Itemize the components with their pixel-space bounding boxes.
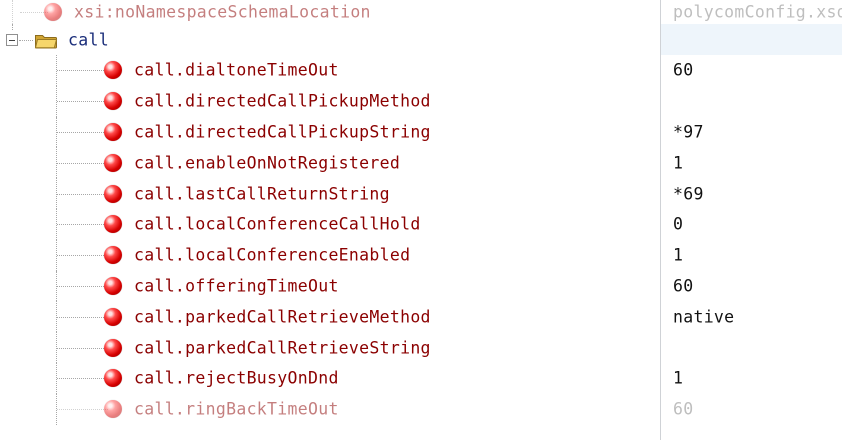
tree-node-call[interactable]: call: [0, 24, 842, 55]
tree-rows: xsi:noNamespaceSchemaLocation polycomCon…: [0, 0, 842, 425]
value-cell[interactable]: 1: [661, 363, 842, 394]
attribute-value: 1: [673, 153, 684, 173]
tree-row[interactable]: call.ringBackTimeOut 60: [0, 393, 842, 425]
attribute-name: call.dialtoneTimeOut: [134, 60, 339, 80]
red-ball-icon: [104, 122, 122, 141]
red-ball-icon: [44, 3, 62, 21]
attribute-value: 1: [673, 368, 684, 388]
tree-row[interactable]: call.offeringTimeOut 60: [0, 270, 842, 302]
red-ball-icon: [104, 276, 122, 295]
attribute-name: call.directedCallPickupMethod: [134, 91, 431, 111]
attribute-name: call.parkedCallRetrieveString: [134, 338, 431, 358]
tree-row[interactable]: call.dialtoneTimeOut 60: [0, 55, 842, 86]
value-cell[interactable]: [661, 86, 842, 117]
collapse-minus-icon[interactable]: [6, 33, 18, 46]
attribute-value: 1: [673, 245, 684, 265]
value-cell[interactable]: 60: [661, 55, 842, 86]
red-ball-icon: [104, 400, 122, 419]
red-ball-icon: [104, 215, 122, 234]
red-ball-icon: [104, 61, 122, 80]
tree-row[interactable]: call.enableOnNotRegistered 1: [0, 147, 842, 179]
red-ball-icon: [104, 246, 122, 265]
attribute-value: 60: [673, 399, 694, 419]
node-name: call: [68, 30, 109, 49]
value-cell[interactable]: [661, 24, 842, 55]
tree-row[interactable]: call.localConferenceCallHold 0: [0, 208, 842, 240]
value-cell[interactable]: 0: [661, 209, 842, 240]
red-ball-icon: [104, 307, 122, 326]
red-ball-icon: [104, 153, 122, 172]
red-ball-icon: [104, 369, 122, 388]
value-cell[interactable]: 60: [661, 394, 842, 425]
attribute-value: 0: [673, 214, 684, 234]
tree-row[interactable]: call.directedCallPickupString *97: [0, 116, 842, 148]
attribute-name: call.localConferenceCallHold: [134, 214, 421, 234]
attribute-name: call.lastCallReturnString: [134, 184, 390, 204]
value-cell[interactable]: 1: [661, 147, 842, 178]
attribute-name: xsi:noNamespaceSchemaLocation: [74, 2, 371, 22]
value-cell[interactable]: *69: [661, 178, 842, 209]
attribute-value: 60: [673, 276, 694, 296]
tree-row[interactable]: call.lastCallReturnString *69: [0, 178, 842, 209]
attribute-name: call.directedCallPickupString: [134, 122, 431, 142]
attribute-value: *97: [673, 122, 704, 142]
tree-row[interactable]: call.parkedCallRetrieveMethod native: [0, 301, 842, 333]
attribute-name: call.parkedCallRetrieveMethod: [134, 307, 431, 327]
value-cell[interactable]: *97: [661, 117, 842, 148]
attribute-value: polycomConfig.xsd: [673, 2, 842, 22]
red-ball-icon: [104, 184, 122, 203]
value-cell[interactable]: [661, 332, 842, 363]
attribute-name: call.rejectBusyOnDnd: [134, 368, 339, 388]
value-cell[interactable]: polycomConfig.xsd: [661, 0, 842, 24]
red-ball-icon: [104, 92, 122, 111]
tree-row[interactable]: call.parkedCallRetrieveString: [0, 332, 842, 363]
attribute-name: call.ringBackTimeOut: [134, 399, 339, 419]
value-cell[interactable]: native: [661, 301, 842, 332]
attribute-name: call.offeringTimeOut: [134, 276, 339, 296]
tree-row-namespace[interactable]: xsi:noNamespaceSchemaLocation polycomCon…: [0, 0, 842, 24]
folder-open-icon: [34, 34, 58, 48]
attribute-name: call.enableOnNotRegistered: [134, 153, 401, 173]
xml-tree-viewer: xsi:noNamespaceSchemaLocation polycomCon…: [0, 0, 842, 440]
tree-row[interactable]: call.localConferenceEnabled 1: [0, 239, 842, 271]
value-cell[interactable]: 1: [661, 240, 842, 271]
tree-row[interactable]: call.directedCallPickupMethod: [0, 85, 842, 117]
value-cell[interactable]: 60: [661, 271, 842, 302]
tree-row[interactable]: call.rejectBusyOnDnd 1: [0, 362, 842, 394]
attribute-value: 60: [673, 60, 694, 80]
attribute-value: native: [673, 307, 735, 327]
attribute-value: *69: [673, 184, 704, 204]
red-ball-icon: [104, 338, 122, 357]
attribute-name: call.localConferenceEnabled: [134, 245, 411, 265]
